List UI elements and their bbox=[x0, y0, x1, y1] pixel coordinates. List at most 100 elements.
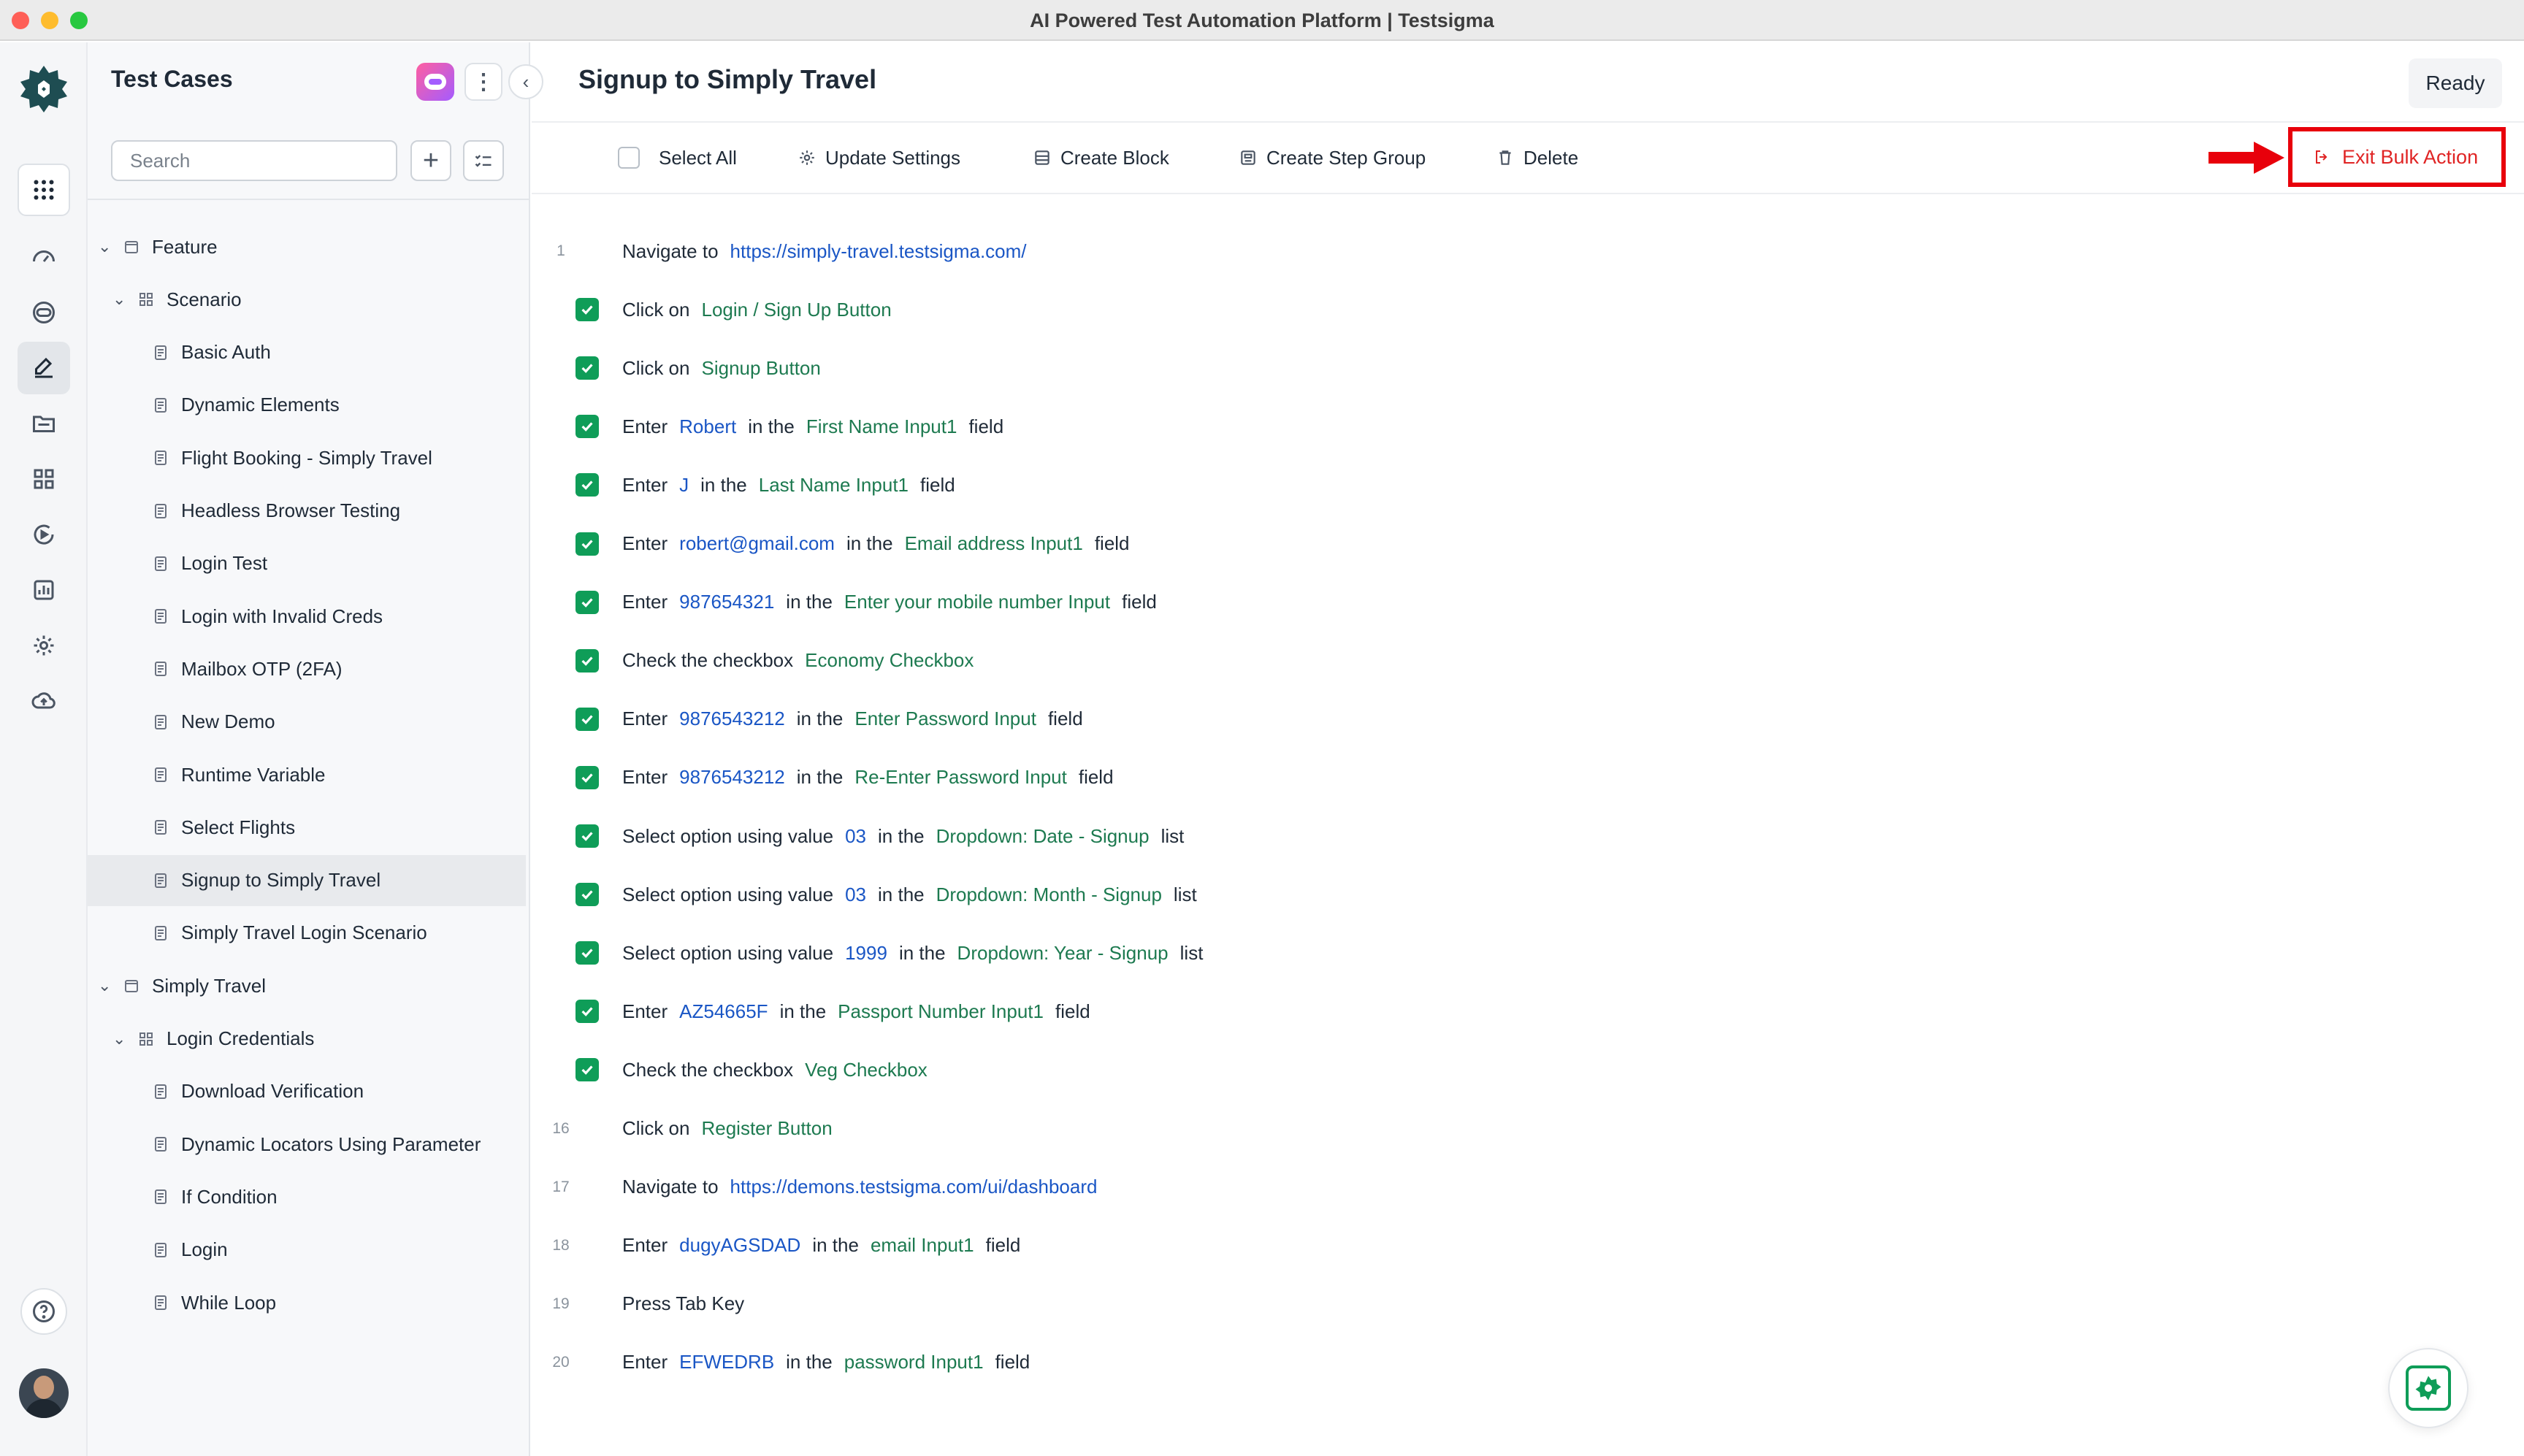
step-checkbox-checked[interactable] bbox=[575, 532, 599, 556]
test-step-row[interactable]: Select option using value 03 in the Dropdow… bbox=[532, 873, 2431, 916]
tree-item-case[interactable]: If Condition bbox=[88, 1171, 526, 1222]
step-element[interactable]: Email address Input1 bbox=[905, 532, 1083, 554]
apps-grid-icon[interactable] bbox=[18, 164, 70, 216]
step-element[interactable]: Enter your mobile number Input bbox=[844, 591, 1110, 613]
step-checkbox-checked[interactable] bbox=[575, 298, 599, 322]
test-step-row[interactable]: Enter Jin the Last Name Input1 field bbox=[532, 463, 2431, 507]
modules-icon[interactable] bbox=[18, 453, 70, 505]
chevron-down-icon[interactable]: ⌄ bbox=[98, 237, 111, 256]
step-checkbox-checked[interactable] bbox=[575, 648, 599, 673]
step-checkbox-checked[interactable] bbox=[575, 941, 599, 965]
step-element[interactable]: Dropdown: Year - Signup bbox=[957, 942, 1169, 964]
step-checkbox-checked[interactable] bbox=[575, 883, 599, 907]
step-test-data[interactable]: 987654321 bbox=[679, 591, 774, 613]
tree-item-case[interactable]: Headless Browser Testing bbox=[88, 486, 526, 537]
test-step-row[interactable]: Enter 9876543212 in the Enter Password Inpu… bbox=[532, 697, 2431, 741]
add-test-case-button[interactable]: + bbox=[410, 140, 451, 181]
step-element[interactable]: Economy Checkbox bbox=[805, 649, 974, 671]
step-checkbox-checked[interactable] bbox=[575, 590, 599, 614]
tree-item-case[interactable]: Runtime Variable bbox=[88, 749, 526, 800]
test-step-row[interactable]: 20 Enter EFWEDRB in the password Input1 field bbox=[532, 1341, 2431, 1384]
test-step-row[interactable]: Enter 987654321 in the Enter your mobile nu… bbox=[532, 581, 2431, 624]
step-test-data[interactable]: dugyAGSDAD bbox=[679, 1234, 800, 1256]
settings-icon[interactable] bbox=[18, 619, 70, 672]
testsigma-logo-icon[interactable] bbox=[19, 64, 69, 114]
step-checkbox-checked[interactable] bbox=[575, 473, 599, 497]
ai-agent-icon[interactable] bbox=[18, 286, 70, 339]
step-element[interactable]: password Input1 bbox=[844, 1351, 984, 1373]
step-checkbox-checked[interactable] bbox=[575, 765, 599, 789]
step-test-data[interactable]: 1999 bbox=[845, 942, 887, 964]
step-checkbox-checked[interactable] bbox=[575, 1000, 599, 1024]
help-icon[interactable] bbox=[20, 1288, 67, 1335]
step-element[interactable]: First Name Input1 bbox=[806, 415, 957, 437]
ai-assistant-icon[interactable] bbox=[416, 63, 454, 101]
status-button[interactable]: Ready bbox=[2409, 58, 2502, 108]
tree-item-case[interactable]: Dynamic Elements bbox=[88, 380, 526, 431]
step-test-data[interactable]: Robert bbox=[679, 415, 736, 437]
checkbox-box[interactable] bbox=[618, 147, 640, 169]
test-step-row[interactable]: Check the checkbox Veg Checkbox bbox=[532, 1048, 2431, 1092]
step-element[interactable]: Re-Enter Password Input bbox=[854, 766, 1066, 788]
test-step-row[interactable]: Enter Robert in the First Name Input1 field bbox=[532, 405, 2431, 448]
step-checkbox-checked[interactable] bbox=[575, 415, 599, 439]
test-step-row[interactable]: Select option using value 03 in the Dropdow… bbox=[532, 814, 2431, 858]
folder-icon[interactable] bbox=[18, 397, 70, 450]
test-step-row[interactable]: Click on Signup Button bbox=[532, 346, 2431, 390]
test-step-row[interactable]: Check the checkbox Economy Checkbox bbox=[532, 639, 2431, 683]
step-test-data[interactable]: 03 bbox=[845, 825, 866, 847]
chevron-down-icon[interactable]: ⌄ bbox=[112, 1030, 126, 1049]
step-url[interactable]: https://demons.testsigma.com/ui/dashboar… bbox=[730, 1176, 1098, 1198]
tree-item-case[interactable]: While Loop bbox=[88, 1277, 526, 1328]
tree-item-scenario[interactable]: ⌄ Login Credentials bbox=[88, 1014, 526, 1065]
create-block-button[interactable]: Create Block bbox=[1033, 145, 1169, 171]
test-step-row[interactable]: Select option using value 1999 in the Dropd… bbox=[532, 931, 2431, 975]
step-element[interactable]: Login / Sign Up Button bbox=[701, 299, 891, 321]
more-options-icon[interactable]: ⋮ bbox=[464, 63, 502, 101]
step-url[interactable]: https://simply-travel.testsigma.com/ bbox=[730, 240, 1027, 262]
tree-item-case[interactable]: New Demo bbox=[88, 697, 526, 748]
step-test-data[interactable]: AZ54665F bbox=[679, 1000, 768, 1022]
step-element[interactable]: Veg Checkbox bbox=[805, 1059, 928, 1081]
delete-button[interactable]: Delete bbox=[1496, 145, 1578, 171]
user-avatar[interactable] bbox=[19, 1368, 69, 1418]
tree-item-case[interactable]: Signup to Simply Travel bbox=[88, 854, 526, 906]
step-element[interactable]: Register Button bbox=[701, 1117, 832, 1139]
tree-item-case[interactable]: Simply Travel Login Scenario bbox=[88, 908, 526, 959]
tree-item-case[interactable]: Mailbox OTP (2FA) bbox=[88, 643, 526, 694]
create-step-group-button[interactable]: Create Step Group bbox=[1239, 145, 1426, 171]
tree-item-case[interactable]: Login with Invalid Creds bbox=[88, 591, 526, 642]
step-test-data[interactable]: J bbox=[679, 474, 689, 496]
step-checkbox-checked[interactable] bbox=[575, 356, 599, 380]
tree-item-scenario[interactable]: ⌄ Scenario bbox=[88, 274, 526, 325]
update-settings-button[interactable]: Update Settings bbox=[798, 145, 960, 171]
exit-bulk-action-button[interactable]: Exit Bulk Action bbox=[2288, 127, 2506, 187]
tree-item-case[interactable]: Login Test bbox=[88, 538, 526, 589]
tree-item-feature[interactable]: ⌄ Simply Travel bbox=[88, 960, 526, 1011]
assistant-fab-button[interactable] bbox=[2388, 1348, 2468, 1428]
step-element[interactable]: Dropdown: Month - Signup bbox=[936, 884, 1162, 905]
step-element[interactable]: Dropdown: Date - Signup bbox=[936, 825, 1150, 847]
tree-item-case[interactable]: Select Flights bbox=[88, 802, 526, 853]
cloud-upload-icon[interactable] bbox=[18, 675, 70, 727]
search-input[interactable] bbox=[111, 140, 397, 181]
select-all-checkbox[interactable]: Select All bbox=[618, 145, 737, 171]
test-step-row[interactable]: 16 Click on Register Button bbox=[532, 1107, 2431, 1151]
edit-icon[interactable] bbox=[18, 342, 70, 394]
step-element[interactable]: email Input1 bbox=[871, 1234, 974, 1256]
step-checkbox-checked[interactable] bbox=[575, 707, 599, 731]
tree-item-case[interactable]: Dynamic Locators Using Parameter bbox=[88, 1119, 526, 1170]
step-test-data[interactable]: robert@gmail.com bbox=[679, 532, 835, 554]
step-element[interactable]: Last Name Input1 bbox=[759, 474, 909, 496]
step-checkbox-checked[interactable] bbox=[575, 1058, 599, 1082]
step-element[interactable]: Enter Password Input bbox=[854, 708, 1036, 729]
tree-item-case[interactable]: Basic Auth bbox=[88, 327, 526, 378]
reports-icon[interactable] bbox=[18, 564, 70, 616]
tree-item-case[interactable]: Login bbox=[88, 1225, 526, 1276]
chevron-down-icon[interactable]: ⌄ bbox=[112, 290, 126, 309]
test-step-row[interactable]: Enter 9876543212 in the Re-Enter Password I… bbox=[532, 756, 2431, 800]
step-element[interactable]: Passport Number Input1 bbox=[838, 1000, 1044, 1022]
step-element[interactable]: Signup Button bbox=[701, 357, 820, 379]
tree-item-feature[interactable]: ⌄ Feature bbox=[88, 221, 526, 272]
step-test-data[interactable]: EFWEDRB bbox=[679, 1351, 774, 1373]
